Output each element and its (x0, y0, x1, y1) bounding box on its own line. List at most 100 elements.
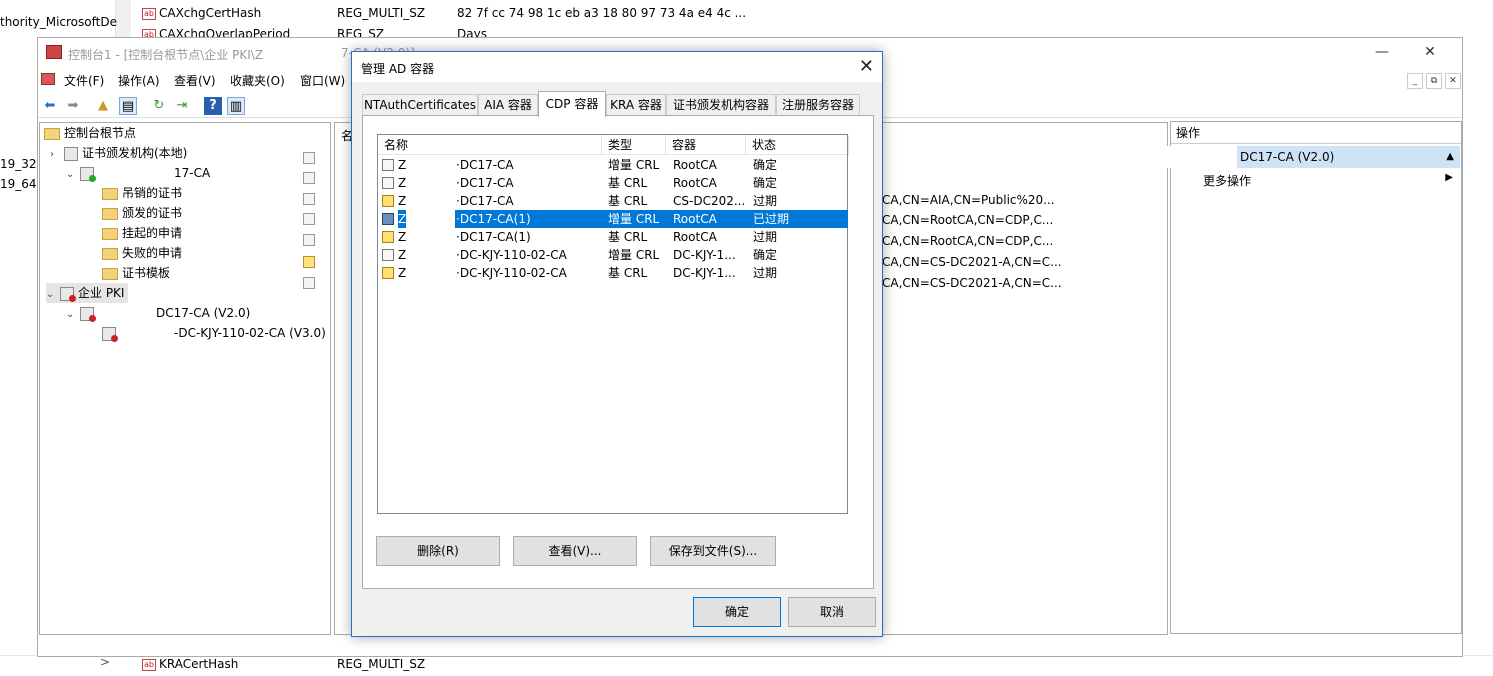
cert-icon (382, 249, 394, 261)
tree-item-dc-kjy-ca[interactable]: -DC-KJY-110-02-CA (V3.0) (102, 323, 326, 343)
tree-item-label: 17-CA (174, 166, 211, 180)
crl-list-row[interactable]: Z ·DC17-CA 基 CRL RootCA 确定 (378, 174, 847, 192)
registry-value-row[interactable]: ab KRACertHash (142, 657, 238, 671)
column-header-type[interactable]: 类型 (602, 135, 666, 155)
tree-item-ca[interactable]: ⌄ 17-CA (66, 163, 210, 183)
row-name-prefix: Z (398, 212, 407, 226)
column-header-name[interactable]: 名称 (378, 135, 602, 155)
row-name: ·DC17-CA (456, 158, 514, 172)
row-type: 基 CRL (608, 194, 648, 208)
back-arrow-icon[interactable]: ⬅ (41, 97, 59, 115)
column-header-status[interactable]: 状态 (746, 135, 849, 155)
row-name-prefix: Z (398, 194, 407, 208)
show-hide-action-pane-icon[interactable]: ▥ (227, 97, 245, 115)
menu-favorites[interactable]: 收藏夹(O) (230, 72, 285, 89)
registry-value-row[interactable]: ab CAXchgCertHash (142, 6, 261, 20)
menu-window[interactable]: 窗口(W) (300, 72, 345, 89)
result-row-location[interactable]: CA,CN=CS-DC2021-A,CN=C... (882, 276, 1062, 290)
result-row-location[interactable]: CA,CN=CS-DC2021-A,CN=C... (882, 255, 1062, 269)
ca-error-icon (80, 306, 96, 322)
tab-aia[interactable]: AIA 容器 (478, 94, 538, 116)
row-container: DC-KJY-1... (673, 266, 736, 280)
tree-item-revoked[interactable]: 吊销的证书 (102, 183, 182, 203)
crl-list-row[interactable]: Z ·DC17-CA 基 CRL CS-DC202... 过期 (378, 192, 847, 210)
close-button[interactable]: ✕ (1420, 44, 1440, 60)
up-folder-icon[interactable]: ▲ (94, 97, 112, 115)
result-row-location[interactable]: CA,CN=AIA,CN=Public%20... (882, 193, 1055, 207)
tree-item-failed[interactable]: 失败的申请 (102, 243, 182, 263)
close-icon[interactable]: ✕ (859, 56, 874, 77)
cert-icon (303, 172, 315, 184)
tree-item-enterprise-pki[interactable]: ⌄ 企业 PKI (46, 283, 129, 305)
child-restore-button[interactable]: ⧉ (1426, 73, 1442, 89)
manage-ad-containers-dialog: 管理 AD 容器 ✕ NTAuthCertificates AIA 容器 CDP… (351, 51, 883, 637)
chevron-down-icon[interactable]: ⌄ (66, 305, 80, 325)
tree-item-issued[interactable]: 颁发的证书 (102, 203, 182, 223)
menu-action[interactable]: 操作(A) (118, 72, 160, 89)
enterprise-pki-icon (60, 286, 76, 302)
help-icon[interactable]: ? (204, 97, 222, 115)
row-status: 过期 (753, 230, 778, 244)
export-list-icon[interactable]: ⇥ (173, 97, 191, 115)
chevron-down-icon[interactable]: ⌄ (46, 285, 60, 305)
chevron-right-icon[interactable]: › (50, 145, 64, 165)
registry-value-type: REG_MULTI_SZ (337, 6, 426, 20)
row-name: ·DC17-CA(1) (456, 230, 531, 244)
menu-view[interactable]: 查看(V) (174, 72, 216, 89)
view-button[interactable]: 查看(V)... (513, 536, 637, 566)
forward-arrow-icon[interactable]: ➡ (64, 97, 82, 115)
cert-icon (382, 177, 394, 189)
console-menu-icon[interactable] (41, 73, 55, 85)
row-name-prefix: Z (398, 158, 407, 172)
submenu-arrow-icon[interactable]: ▶ (1445, 172, 1453, 183)
tree-item-ca-local[interactable]: › 证书颁发机构(本地) (50, 143, 187, 163)
folder-icon (102, 227, 118, 240)
tree-item-label: 颁发的证书 (122, 206, 183, 220)
collapse-up-icon[interactable]: ▲ (1446, 146, 1454, 168)
background-scrollbar[interactable] (115, 0, 131, 40)
tree-item-pending[interactable]: 挂起的申请 (102, 223, 182, 243)
folder-icon (102, 267, 118, 280)
child-close-button[interactable]: ✕ (1445, 73, 1461, 89)
tab-kra[interactable]: KRA 容器 (606, 94, 666, 116)
tab-ca-container[interactable]: 证书颁发机构容器 (666, 94, 776, 116)
row-type: 增量 CRL (608, 158, 660, 172)
crl-list-row[interactable]: Z ·DC-KJY-110-02-CA 基 CRL DC-KJY-1... 过期 (378, 264, 847, 282)
menu-file[interactable]: 文件(F) (64, 72, 104, 89)
warning-icon (382, 267, 394, 279)
chevron-right-icon[interactable]: > (100, 655, 110, 669)
save-to-file-button[interactable]: 保存到文件(S)... (650, 536, 776, 566)
row-status: 过期 (753, 266, 778, 280)
chevron-down-icon[interactable]: ⌄ (66, 165, 80, 185)
tree-item-dc17-ca[interactable]: ⌄ DC17-CA (V2.0) (66, 303, 250, 323)
ok-button[interactable]: 确定 (693, 597, 781, 627)
cancel-button[interactable]: 取消 (788, 597, 876, 627)
row-name: ·DC17-CA (456, 194, 514, 208)
delete-button[interactable]: 删除(R) (376, 536, 500, 566)
console-app-icon (46, 45, 62, 59)
show-hide-tree-icon[interactable]: ▤ (119, 97, 137, 115)
tree-item-templates[interactable]: 证书模板 (102, 263, 170, 283)
result-row-location[interactable]: CA,CN=RootCA,CN=CDP,C... (882, 213, 1053, 227)
tab-cdp[interactable]: CDP 容器 (538, 91, 606, 117)
tree-item-console-root[interactable]: 控制台根节点 (44, 123, 136, 143)
dialog-title-bar[interactable]: 管理 AD 容器 ✕ (352, 52, 882, 82)
list-header: 名称 类型 容器 状态 (378, 135, 849, 155)
crl-list-row[interactable]: Z ·DC17-CA(1) 增量 CRL RootCA 已过期 (378, 210, 848, 228)
row-container: RootCA (673, 212, 717, 226)
background-key-label: 19_32 (0, 157, 37, 171)
minimize-button[interactable]: — (1372, 44, 1392, 60)
child-minimize-button[interactable]: _ (1407, 73, 1423, 89)
crl-list-row[interactable]: Z ·DC-KJY-110-02-CA 增量 CRL DC-KJY-1... 确定 (378, 246, 847, 264)
row-container: DC-KJY-1... (673, 248, 736, 262)
cdp-list-view[interactable]: 名称 类型 容器 状态 Z ·DC17-CA 增量 CRL RootCA 确定 Z ·DC1… (377, 134, 849, 514)
result-row-location[interactable]: CA,CN=RootCA,CN=CDP,C... (882, 234, 1053, 248)
refresh-icon[interactable]: ↻ (150, 97, 168, 115)
tree-item-label: 失败的申请 (122, 246, 183, 260)
crl-list-row[interactable]: Z ·DC17-CA(1) 基 CRL RootCA 过期 (378, 228, 847, 246)
crl-list-row[interactable]: Z ·DC17-CA 增量 CRL RootCA 确定 (378, 156, 847, 174)
tab-ntauth[interactable]: NTAuthCertificates (362, 94, 478, 116)
more-actions-item[interactable]: 更多操作 (1203, 172, 1251, 189)
tab-enrollment-services[interactable]: 注册服务容器 (776, 94, 860, 116)
column-header-container[interactable]: 容器 (666, 135, 746, 155)
